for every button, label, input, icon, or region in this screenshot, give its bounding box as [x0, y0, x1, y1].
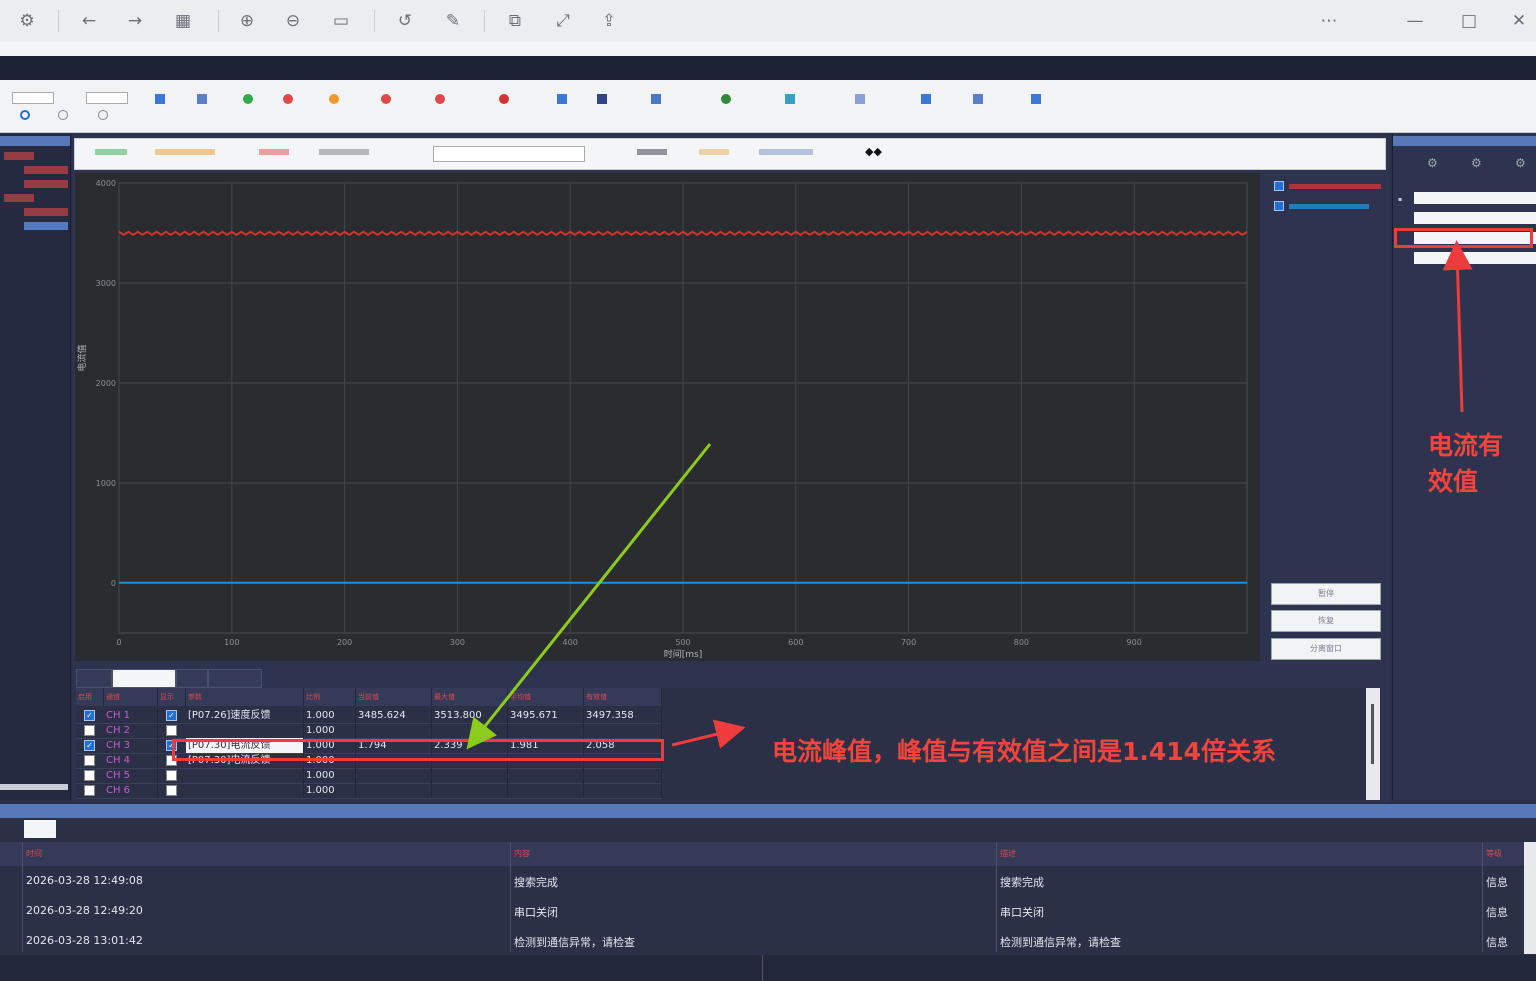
annotation-arrows: [466, 240, 1473, 750]
peak-arrow-red: [671, 719, 746, 749]
peak-arrow-green: [466, 443, 712, 750]
rms-arrow: [1442, 240, 1473, 413]
